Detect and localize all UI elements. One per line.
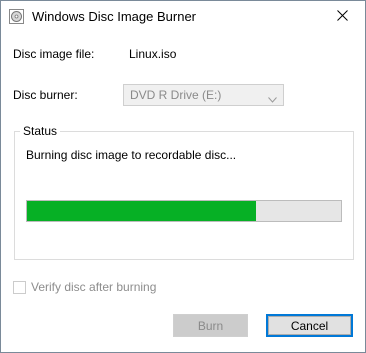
disc-burner-dropdown[interactable]: DVD R Drive (E:) — [123, 84, 284, 106]
burn-button-label: Burn — [197, 318, 224, 333]
close-button[interactable] — [319, 1, 365, 32]
burn-button[interactable]: Burn — [173, 314, 248, 337]
burner-dialog: Windows Disc Image Burner Disc image fil… — [0, 0, 366, 353]
cancel-button[interactable]: Cancel — [266, 314, 353, 337]
cancel-button-label: Cancel — [290, 318, 329, 333]
verify-checkbox-label: Verify disc after burning — [31, 280, 157, 294]
status-group-title: Status — [20, 124, 61, 138]
disc-image-value: Linux.iso — [129, 47, 177, 61]
disc-burner-icon — [9, 9, 24, 24]
status-message: Burning disc image to recordable disc... — [26, 148, 237, 162]
disc-burner-label: Disc burner: — [13, 88, 78, 102]
chevron-down-icon — [268, 92, 277, 103]
disc-burner-selected: DVD R Drive (E:) — [130, 88, 222, 102]
cancel-button-face: Cancel — [268, 316, 351, 335]
burn-progress-bar — [26, 200, 342, 222]
disc-image-label: Disc image file: — [13, 47, 95, 61]
verify-option[interactable]: Verify disc after burning — [13, 280, 156, 294]
title-bar[interactable]: Windows Disc Image Burner — [1, 1, 365, 32]
close-icon — [336, 9, 348, 24]
window-title: Windows Disc Image Burner — [32, 9, 196, 24]
verify-checkbox[interactable] — [13, 280, 26, 294]
progress-fill — [27, 201, 257, 221]
